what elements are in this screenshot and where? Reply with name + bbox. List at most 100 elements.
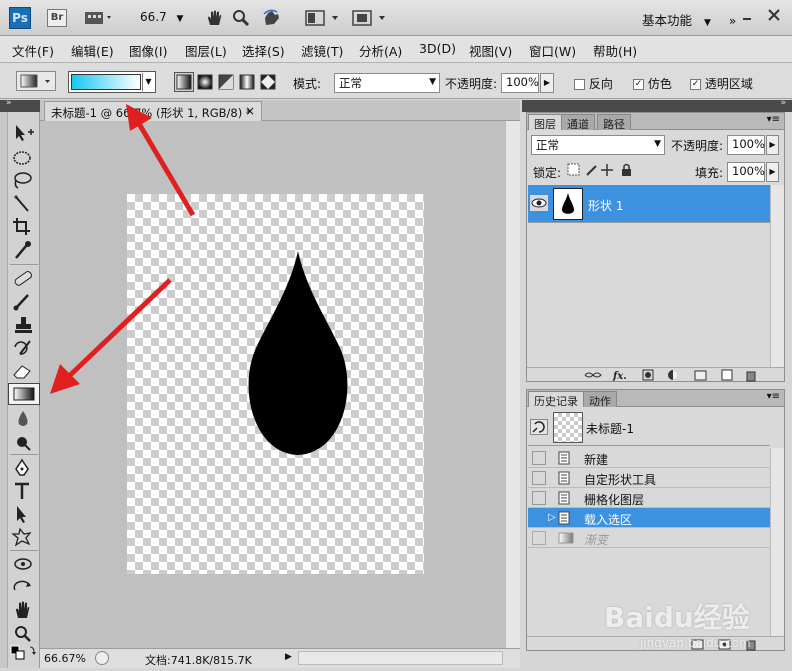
magic-wand-icon[interactable] <box>8 193 40 215</box>
menu-3d[interactable]: 3D(D) <box>419 41 456 56</box>
minimize-button[interactable] <box>741 10 753 22</box>
hand-tool-icon[interactable] <box>205 9 223 27</box>
history-source-box[interactable] <box>532 491 546 505</box>
history-brush-icon[interactable] <box>8 337 40 359</box>
opacity-input[interactable]: 100% <box>501 73 539 93</box>
3d-rotate-tool-icon[interactable] <box>8 553 40 575</box>
arrange-documents-button[interactable] <box>305 9 341 27</box>
transparency-checkbox[interactable]: ✓ 透明区域 <box>690 75 753 92</box>
close-button[interactable] <box>767 8 783 24</box>
snapshot-brush-icon[interactable] <box>530 419 548 435</box>
menu-file[interactable]: 文件(F) <box>12 41 54 60</box>
lasso-tool-icon[interactable] <box>8 170 40 192</box>
menu-window[interactable]: 窗口(W) <box>529 41 576 60</box>
collapse-icon[interactable]: » <box>780 98 786 108</box>
menu-select[interactable]: 选择(S) <box>242 41 285 60</box>
status-info-icon[interactable] <box>95 651 109 665</box>
eyedropper-icon[interactable] <box>8 239 40 261</box>
tab-channels[interactable]: 通道 <box>561 114 595 131</box>
vertical-scrollbar[interactable] <box>505 121 520 648</box>
tab-history[interactable]: 历史记录 <box>528 391 584 408</box>
eraser-tool-icon[interactable] <box>8 360 40 382</box>
collapse-icon[interactable]: » <box>6 98 12 108</box>
history-item[interactable]: 新建 <box>528 448 771 468</box>
history-scrollbar[interactable] <box>770 448 784 636</box>
crop-tool-icon[interactable] <box>8 216 40 238</box>
menu-analysis[interactable]: 分析(A) <box>359 41 402 60</box>
horizontal-scrollbar[interactable] <box>298 651 503 665</box>
document-tab[interactable]: 未标题-1 @ 66.7% (形状 1, RGB/8) * × <box>44 101 262 121</box>
dither-checkbox-box[interactable]: ✓ <box>633 79 644 90</box>
history-source-box[interactable] <box>532 451 546 465</box>
menu-layer[interactable]: 图层(L) <box>185 41 227 60</box>
path-selection-icon[interactable] <box>8 503 40 525</box>
type-tool-icon[interactable] <box>8 480 40 502</box>
move-tool-icon[interactable] <box>8 122 40 144</box>
snapshot-row[interactable]: 未标题-1 <box>528 410 770 446</box>
hand-tool-icon[interactable] <box>8 599 40 621</box>
history-item-current[interactable]: ▷ 载入选区 <box>528 508 771 528</box>
toolbox-header[interactable]: » <box>0 98 40 112</box>
eye-icon[interactable] <box>530 195 548 211</box>
layer-opacity-input[interactable]: 100% <box>727 135 765 155</box>
custom-shape-tool-icon[interactable] <box>8 526 40 548</box>
layer-name[interactable]: 形状 1 <box>588 197 623 214</box>
history-source-box[interactable] <box>532 471 546 485</box>
chevron-down-icon[interactable]: ▼ <box>142 73 154 91</box>
tab-layers[interactable]: 图层 <box>528 114 562 131</box>
reverse-checkbox-box[interactable] <box>574 79 585 90</box>
layer-opacity-slider-button[interactable]: ▶ <box>766 135 779 155</box>
teardrop-shape[interactable] <box>248 248 350 458</box>
clone-stamp-icon[interactable] <box>8 314 40 336</box>
zoom-tool-icon[interactable] <box>8 622 40 644</box>
opacity-slider-button[interactable]: ▶ <box>540 73 554 93</box>
blur-tool-icon[interactable] <box>8 408 40 430</box>
tab-paths[interactable]: 路径 <box>597 114 631 131</box>
history-item[interactable]: 自定形状工具 <box>528 468 771 488</box>
layers-scrollbar[interactable] <box>770 185 784 367</box>
screen-mode-button[interactable] <box>352 9 388 27</box>
menu-view[interactable]: 视图(V) <box>469 41 512 60</box>
gradient-tool-icon[interactable] <box>8 383 40 405</box>
transparency-checkbox-box[interactable]: ✓ <box>690 79 701 90</box>
layer-row[interactable]: 形状 1 <box>528 185 770 223</box>
view-extras-button[interactable] <box>84 10 114 26</box>
history-source-box[interactable] <box>532 531 546 545</box>
3d-orbit-tool-icon[interactable] <box>8 576 40 598</box>
history-state-slider-icon[interactable]: ▷ <box>548 512 556 523</box>
reverse-checkbox[interactable]: 反向 <box>574 75 613 92</box>
workspace-switcher[interactable]: 基本功能 ▼ » <box>642 10 736 29</box>
chevron-down-icon: ▼ <box>704 18 711 28</box>
zoom-level-select[interactable]: 66.7 ▼ <box>140 10 183 24</box>
status-menu-arrow-icon[interactable]: ▶ <box>285 652 292 662</box>
tab-actions[interactable]: 动作 <box>583 391 617 408</box>
brush-tool-icon[interactable] <box>8 290 40 312</box>
double-chevron-icon[interactable]: » <box>729 14 736 28</box>
panel-dock-header[interactable]: » <box>522 98 792 112</box>
tool-preset-picker[interactable] <box>16 71 56 91</box>
menu-edit[interactable]: 编辑(E) <box>71 41 114 60</box>
menu-image[interactable]: 图像(I) <box>129 41 167 60</box>
healing-brush-icon[interactable] <box>8 267 40 289</box>
blend-mode-select[interactable]: 正常 ▼ <box>531 135 665 155</box>
zoom-field[interactable]: 66.67% <box>44 652 86 665</box>
fill-input[interactable]: 100% <box>727 162 765 182</box>
history-item-undone[interactable]: 渐变 <box>528 528 771 548</box>
zoom-tool-icon[interactable] <box>232 9 250 27</box>
color-swatches[interactable] <box>8 643 40 663</box>
dither-checkbox[interactable]: ✓ 仿色 <box>633 75 672 92</box>
mode-select[interactable]: 正常 ▼ <box>334 73 440 93</box>
dodge-tool-icon[interactable] <box>8 431 40 453</box>
pen-tool-icon[interactable] <box>8 457 40 479</box>
menu-help[interactable]: 帮助(H) <box>593 41 637 60</box>
panel-menu-icon[interactable]: ▾≡ <box>767 391 780 402</box>
history-item[interactable]: 栅格化图层 <box>528 488 771 508</box>
fill-slider-button[interactable]: ▶ <box>766 162 779 182</box>
bridge-button[interactable]: Br <box>47 9 67 27</box>
menu-filter[interactable]: 滤镜(T) <box>301 41 343 60</box>
gradient-picker[interactable]: ▼ <box>68 71 156 93</box>
rotate-view-icon[interactable] <box>262 9 282 27</box>
close-icon[interactable]: × <box>245 104 255 118</box>
panel-menu-icon[interactable]: ▾≡ <box>767 114 780 125</box>
marquee-tool-icon[interactable] <box>8 147 40 169</box>
